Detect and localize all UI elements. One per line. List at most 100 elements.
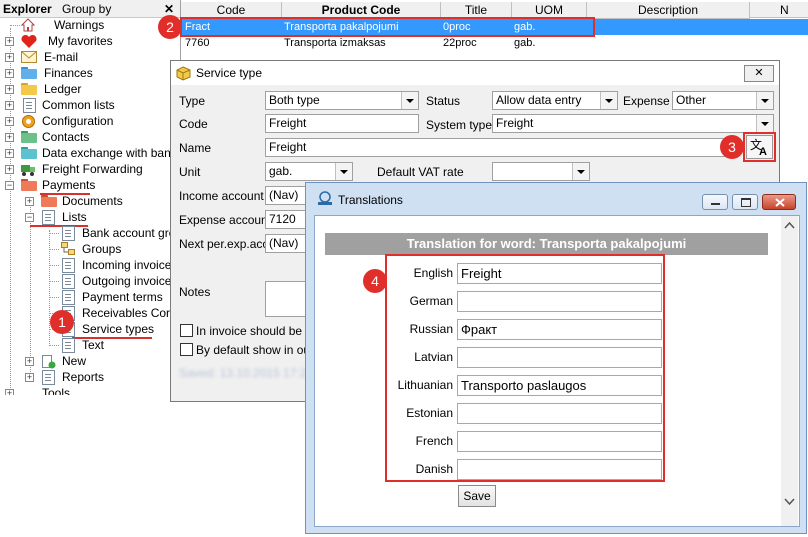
chevron-down-icon[interactable]	[335, 163, 352, 180]
folder-icon	[41, 195, 57, 207]
unit-select[interactable]: gab.	[265, 162, 353, 181]
sidebar-item-warnings[interactable]: Warnings	[0, 17, 180, 33]
service-dialog-close-button[interactable]: ✕	[744, 65, 774, 82]
expense-select[interactable]: Other	[672, 91, 774, 110]
saved-timestamp: Saved: 13.10.2015 17:20	[179, 366, 314, 380]
minimize-button[interactable]	[702, 194, 728, 210]
scroll-up-icon[interactable]	[784, 222, 795, 229]
sidebar-item-tools[interactable]: + Tools	[0, 385, 180, 395]
sidebar-item-outgoing-invoice-types[interactable]: Outgoing invoice t	[0, 273, 180, 289]
vat-select[interactable]	[492, 162, 590, 181]
sidebar-item-freight-forwarding[interactable]: + Freight Forwarding	[0, 161, 180, 177]
callout-1: 1	[50, 310, 74, 334]
service-dialog-title: Service type	[196, 66, 263, 80]
truck-icon	[21, 165, 35, 176]
expand-icon[interactable]: +	[5, 53, 14, 62]
sidebar-item-configuration[interactable]: + Configuration	[0, 113, 180, 129]
highlight-translations	[385, 254, 665, 482]
sidebar-item-incoming-invoice-types[interactable]: Incoming invoice t	[0, 257, 180, 273]
folder-icon	[21, 131, 37, 143]
sidebar-item-documents[interactable]: + Documents	[0, 193, 180, 209]
sidebar-item-new[interactable]: + New	[0, 353, 180, 369]
save-button[interactable]: Save	[458, 485, 496, 507]
chevron-down-icon[interactable]	[756, 115, 773, 132]
expand-icon[interactable]: +	[5, 101, 14, 110]
sidebar-item-lists[interactable]: − Lists	[0, 209, 180, 225]
sidebar-item-receivables-corrections[interactable]: Receivables Corre	[0, 305, 181, 321]
expand-icon[interactable]: +	[5, 37, 14, 46]
table-row[interactable]: 7760 Transporta izmaksas 22proc gab.	[181, 35, 808, 51]
highlight-translate-button	[743, 132, 776, 162]
group-by-tab[interactable]: Group by	[62, 2, 111, 16]
expand-icon[interactable]: +	[25, 373, 34, 382]
callout-4: 4	[363, 269, 387, 293]
expand-icon[interactable]: +	[25, 357, 34, 366]
type-select[interactable]: Both type	[265, 91, 419, 110]
explorer-close-icon[interactable]: ✕	[164, 2, 174, 16]
name-label: Name	[179, 141, 212, 155]
cell-uom: gab.	[514, 37, 536, 49]
expense-account-label: Expense account	[179, 213, 272, 227]
collapse-icon[interactable]: −	[25, 213, 34, 222]
cell-code: 7760	[185, 37, 210, 49]
system-type-select[interactable]: Freight	[492, 114, 774, 133]
invoice-checkbox[interactable]	[180, 324, 193, 337]
collapse-icon[interactable]: −	[5, 181, 14, 190]
expand-icon[interactable]: +	[5, 149, 14, 158]
sidebar-item-text[interactable]: Text	[0, 337, 180, 353]
column-header-n[interactable]: N	[750, 2, 808, 18]
sidebar-item-e-mail[interactable]: + E-mail	[0, 49, 180, 65]
sidebar-item-contacts[interactable]: + Contacts	[0, 129, 180, 145]
sidebar-item-groups[interactable]: Groups	[0, 241, 180, 257]
highlight-selected-row	[180, 17, 595, 37]
home-icon	[21, 18, 35, 32]
sidebar-item-payment-terms[interactable]: Payment terms	[0, 289, 180, 305]
code-label: Code	[179, 117, 208, 131]
sidebar-item-ledger[interactable]: + Ledger	[0, 81, 180, 97]
expand-icon[interactable]: +	[5, 133, 14, 142]
sidebar-item-bank-account-groups[interactable]: Bank account grou	[0, 225, 182, 241]
chevron-down-icon[interactable]	[401, 92, 418, 109]
column-header-description[interactable]: Description	[587, 2, 750, 19]
chevron-down-icon[interactable]	[600, 92, 617, 109]
expand-icon[interactable]: +	[5, 389, 14, 395]
sidebar-item-my-favorites[interactable]: + My favorites	[0, 33, 180, 49]
expand-icon[interactable]: +	[5, 85, 14, 94]
service-dialog-titlebar: Service type ✕	[171, 61, 779, 85]
name-input[interactable]: Freight	[265, 138, 738, 157]
folder-icon	[21, 147, 37, 159]
chevron-down-icon[interactable]	[756, 92, 773, 109]
expand-icon[interactable]: +	[25, 197, 34, 206]
cell-title: 22proc	[443, 37, 477, 49]
folder-icon	[21, 83, 37, 95]
folder-open-icon	[21, 179, 37, 191]
expand-icon[interactable]: +	[5, 117, 14, 126]
translations-title: Translations	[338, 193, 403, 207]
chevron-down-icon[interactable]	[572, 163, 589, 180]
scroll-down-icon[interactable]	[784, 498, 795, 505]
notes-label: Notes	[179, 285, 211, 299]
close-button[interactable]	[762, 194, 796, 210]
service-type-icon	[176, 66, 191, 81]
vat-label: Default VAT rate	[377, 165, 464, 179]
status-select[interactable]: Allow data entry	[492, 91, 618, 110]
default-show-checkbox[interactable]	[180, 343, 193, 356]
minimize-icon	[711, 203, 720, 205]
list-icon	[23, 98, 36, 113]
explorer-header: Explorer Group by ✕	[0, 0, 180, 18]
sidebar-item-service-types[interactable]: Service types	[0, 321, 180, 337]
callout-2: 2	[158, 15, 182, 39]
vertical-scrollbar[interactable]	[781, 216, 798, 526]
expand-icon[interactable]: +	[5, 165, 14, 174]
sidebar-item-finances[interactable]: + Finances	[0, 65, 180, 81]
sidebar-item-data-exchange[interactable]: + Data exchange with bank	[0, 145, 180, 161]
status-label: Status	[426, 94, 461, 108]
sidebar-item-common-lists[interactable]: + Common lists	[0, 97, 180, 113]
folder-icon	[21, 67, 37, 79]
cell-product-code: Transporta izmaksas	[284, 37, 386, 49]
expand-icon[interactable]: +	[5, 69, 14, 78]
sidebar-item-payments[interactable]: − Payments	[0, 177, 180, 193]
sidebar-item-reports[interactable]: + Reports	[0, 369, 180, 385]
maximize-button[interactable]	[732, 194, 758, 210]
code-input[interactable]: Freight	[265, 114, 419, 133]
